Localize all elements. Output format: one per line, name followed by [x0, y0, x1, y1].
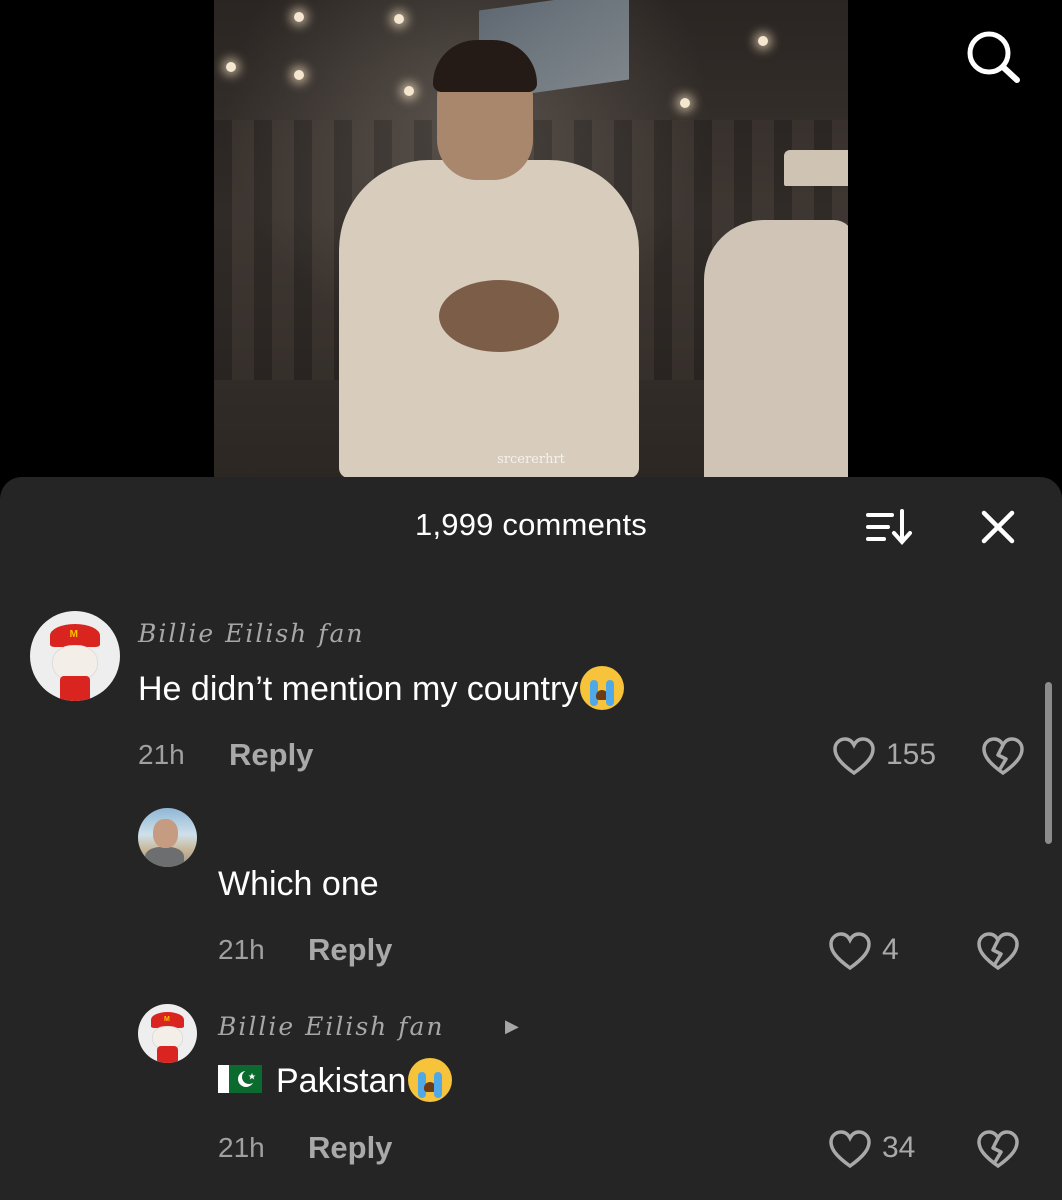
heart-icon — [829, 1130, 871, 1169]
search-button[interactable] — [962, 28, 1024, 86]
video-player[interactable]: srcererhrt — [214, 0, 848, 478]
comment-text-content: He didn’t mention my country — [138, 669, 579, 708]
reply-button[interactable]: Reply — [308, 932, 392, 968]
like-count: 155 — [886, 738, 937, 771]
like-count: 4 — [882, 933, 899, 966]
comment-text: Which one — [218, 865, 379, 903]
search-icon — [967, 31, 1020, 83]
comment-timestamp: 21h — [218, 934, 265, 965]
close-comments-button[interactable] — [976, 505, 1020, 549]
sort-icon — [866, 509, 912, 546]
loudly-crying-face-emoji — [580, 666, 625, 710]
broken-heart-icon — [982, 737, 1024, 776]
close-icon — [981, 510, 1015, 544]
reply-button[interactable]: Reply — [308, 1130, 392, 1166]
comment-text-content: Pakistan — [276, 1061, 407, 1100]
comment-text: He didn’t mention my country — [138, 666, 625, 713]
like-button[interactable]: 155 — [832, 735, 942, 779]
avatar[interactable]: M — [138, 1004, 197, 1063]
comment-text: Pakistan — [218, 1058, 453, 1105]
reply-to-caret-icon: ▶ — [505, 1016, 519, 1036]
comments-scrollbar[interactable] — [1045, 682, 1052, 844]
dislike-button[interactable] — [975, 930, 1021, 974]
dislike-button[interactable] — [980, 735, 1026, 779]
comment-username[interactable]: Billie Eilish fan — [138, 619, 364, 648]
comment-timestamp: 21h — [138, 739, 185, 770]
comment-username[interactable]: Billie Eilish fan — [218, 1012, 444, 1041]
like-button[interactable]: 4 — [828, 930, 918, 974]
avatar[interactable]: M — [30, 611, 120, 701]
loudly-crying-face-emoji — [408, 1058, 453, 1102]
video-area: srcererhrt — [0, 0, 1062, 478]
broken-heart-icon — [977, 1130, 1019, 1169]
like-count: 34 — [882, 1131, 916, 1164]
comments-sheet: 1,999 comments M Billie Eilish fan He di — [0, 477, 1062, 1200]
video-main-person — [319, 40, 639, 478]
video-side-person — [704, 150, 848, 478]
dislike-button[interactable] — [975, 1128, 1021, 1172]
video-watermark: srcererhrt — [497, 452, 565, 467]
pakistan-flag-emoji — [218, 1065, 262, 1093]
heart-icon — [829, 932, 871, 971]
heart-icon — [833, 737, 875, 776]
sort-comments-button[interactable] — [864, 505, 914, 549]
comment-timestamp: 21h — [218, 1132, 265, 1163]
broken-heart-icon — [977, 932, 1019, 971]
avatar[interactable] — [138, 808, 197, 867]
reply-button[interactable]: Reply — [229, 737, 313, 773]
like-button[interactable]: 34 — [828, 1128, 928, 1172]
